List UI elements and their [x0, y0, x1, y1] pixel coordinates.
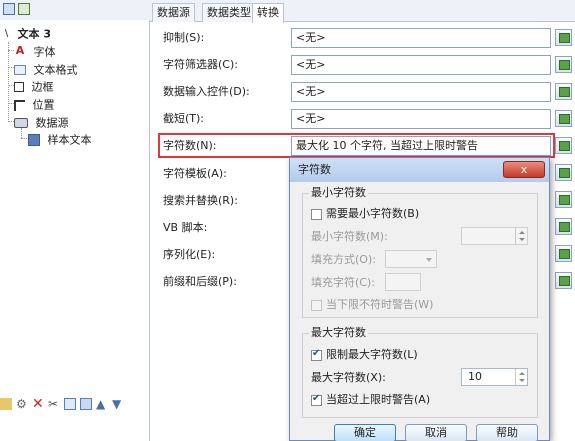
- ok-button[interactable]: 确定: [334, 424, 396, 441]
- border-icon: [14, 82, 24, 92]
- suppress-edit-button[interactable]: [555, 29, 572, 46]
- require-min-label: 需要最小字符数(B): [326, 207, 420, 220]
- serialize-label: 序列化(E):: [163, 248, 216, 261]
- truncate-label: 截短(T):: [163, 112, 205, 125]
- tab-datatype[interactable]: 数据类型: [202, 3, 256, 22]
- char-count-edit-button[interactable]: [555, 137, 572, 154]
- tree-item-text-format[interactable]: 文本格式: [14, 61, 78, 78]
- tree-root-label: 文本 3: [17, 27, 51, 41]
- suppress-field[interactable]: <无>: [291, 28, 551, 48]
- copy-icon[interactable]: [64, 398, 76, 410]
- data-input-label: 数据输入控件(D):: [163, 85, 250, 98]
- move-down-icon[interactable]: ▼: [112, 398, 124, 410]
- properties-view-icon[interactable]: [3, 3, 15, 15]
- vb-script-label: VB 脚本:: [163, 221, 208, 234]
- char-template-label: 字符模板(A):: [163, 167, 227, 180]
- truncate-field[interactable]: <无>: [291, 109, 551, 129]
- limit-max-checkbox[interactable]: [311, 348, 322, 361]
- warn-below-label: 当下限不符时警告(W): [326, 298, 434, 311]
- close-button[interactable]: x: [503, 161, 545, 178]
- warn-above-checkbox[interactable]: [311, 393, 322, 406]
- prefix-suffix-edit-button[interactable]: [555, 272, 572, 289]
- position-icon: [14, 99, 25, 111]
- min-count-spin-icon[interactable]: [515, 228, 527, 244]
- char-count-dialog: 字符数 x 最小字符数 需要最小字符数(B) 最小字符数(M): 填充方式(O)…: [289, 157, 550, 441]
- tab-transform[interactable]: 转换: [252, 3, 284, 23]
- help-button[interactable]: 帮助: [476, 424, 538, 441]
- char-count-highlight: [158, 133, 555, 158]
- tree-toolbar: [0, 0, 150, 20]
- truncate-edit-button[interactable]: [555, 110, 572, 127]
- min-count-label: 最小字符数(M):: [311, 230, 388, 243]
- datasource-icon: [14, 118, 28, 128]
- fill-mode-label: 填充方式(O):: [311, 253, 376, 266]
- data-input-field[interactable]: <无>: [291, 82, 551, 102]
- tree-item-datasource[interactable]: 数据源: [14, 114, 69, 131]
- sample-text-icon: [28, 134, 40, 146]
- delete-icon[interactable]: ✕: [32, 397, 44, 411]
- format-tree-panel: \ 文本 3 A 字体 文本格式 边框 位置 数据源 样本文本 ⚙ ✕ ✂ ▲ …: [0, 0, 150, 441]
- tab-bar: 数据源 数据类型 转换: [150, 0, 575, 23]
- dialog-titlebar: 字符数 x: [290, 158, 549, 182]
- max-count-stepper[interactable]: 10: [461, 368, 528, 386]
- vb-script-edit-button[interactable]: [555, 218, 572, 235]
- tree-item-position[interactable]: 位置: [14, 96, 55, 113]
- char-template-edit-button[interactable]: [555, 164, 572, 181]
- tab-datasource[interactable]: 数据源: [152, 3, 195, 22]
- collapse-icon[interactable]: \: [3, 29, 10, 39]
- search-replace-edit-button[interactable]: [555, 191, 572, 208]
- warn-below-checkbox[interactable]: [311, 300, 322, 311]
- cancel-button[interactable]: 取消: [405, 424, 467, 441]
- max-count-spin-icon[interactable]: [515, 369, 527, 385]
- move-up-icon[interactable]: ▲: [96, 398, 108, 410]
- tree-bottom-toolbar: ⚙ ✕ ✂ ▲ ▼: [0, 394, 150, 416]
- fill-mode-select[interactable]: [385, 250, 437, 268]
- new-icon[interactable]: [0, 398, 12, 410]
- data-input-edit-button[interactable]: [555, 83, 572, 100]
- max-count-value: 10: [468, 370, 482, 383]
- settings-icon[interactable]: ⚙: [16, 398, 28, 410]
- max-chars-group-title: 最大字符数: [309, 326, 368, 340]
- suppress-label: 抑制(S):: [163, 31, 205, 44]
- tree-root[interactable]: \ 文本 3: [3, 25, 51, 42]
- tree-item-border[interactable]: 边框: [14, 78, 54, 95]
- serialize-edit-button[interactable]: [555, 245, 572, 262]
- search-replace-label: 搜索并替换(R):: [163, 194, 238, 207]
- require-min-checkbox[interactable]: [311, 209, 322, 220]
- max-count-label: 最大字符数(X):: [311, 371, 386, 384]
- font-icon: A: [15, 44, 25, 57]
- tree-item-sample-text[interactable]: 样本文本: [28, 131, 92, 148]
- prefix-suffix-label: 前缀和后缀(P):: [163, 275, 237, 288]
- cut-icon[interactable]: ✂: [48, 398, 60, 410]
- fill-char-label: 填充字符(C):: [311, 276, 375, 289]
- tree-view-icon[interactable]: [18, 3, 30, 15]
- text-format-icon: [14, 65, 26, 75]
- warn-above-label: 当超过上限时警告(A): [326, 393, 431, 406]
- fill-char-field[interactable]: [385, 273, 421, 291]
- min-chars-group-title: 最小字符数: [309, 186, 368, 200]
- char-filter-edit-button[interactable]: [555, 56, 572, 73]
- char-filter-field[interactable]: <无>: [291, 55, 551, 75]
- tree-item-font[interactable]: A 字体: [14, 43, 56, 60]
- min-count-stepper[interactable]: [461, 227, 528, 245]
- dialog-title: 字符数: [298, 163, 331, 176]
- limit-max-label: 限制最大字符数(L): [326, 348, 418, 361]
- char-filter-label: 字符筛选器(C):: [163, 58, 238, 71]
- paste-icon[interactable]: [80, 398, 92, 410]
